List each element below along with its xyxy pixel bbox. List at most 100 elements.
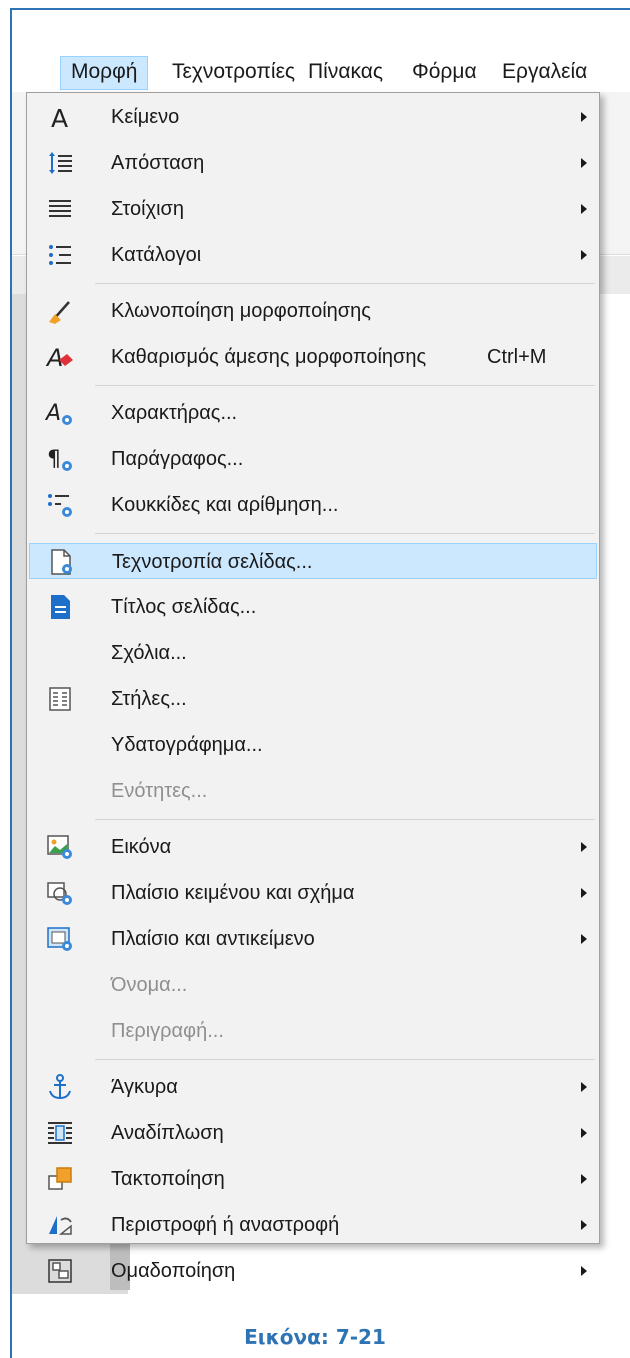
wrap-icon [45, 1118, 75, 1148]
submenu-arrow-icon [581, 888, 587, 898]
anchor-icon [45, 1072, 75, 1102]
menu-table[interactable]: Πίνακας [298, 56, 393, 88]
menu-item-label: Ομαδοποίηση [111, 1260, 236, 1282]
menu-item-spacing[interactable]: Απόσταση [29, 145, 597, 181]
clear-formatting-icon: A [45, 342, 75, 372]
text-box-shape-icon [45, 878, 75, 908]
align-icon [45, 194, 75, 224]
menu-item-label: Στοίχιση [111, 198, 184, 220]
menu-item-frame-object[interactable]: Πλαίσιο και αντικείμενο [29, 921, 597, 957]
menu-separator [95, 533, 595, 534]
figure-caption: Εικόνα: 7-21 [244, 1325, 386, 1349]
menu-item-comments[interactable]: Σχόλια... [29, 635, 597, 671]
menu-item-align[interactable]: Στοίχιση [29, 191, 597, 227]
menu-tools[interactable]: Εργαλεία [492, 56, 597, 88]
menu-item-anchor[interactable]: Άγκυρα [29, 1069, 597, 1105]
menu-item-label: Καθαρισμός άμεσης μορφοποίησης [111, 346, 427, 368]
submenu-arrow-icon [581, 112, 587, 122]
text-icon: A [45, 102, 75, 132]
svg-text:A: A [51, 104, 68, 132]
paragraph-icon: ¶ [45, 444, 75, 474]
menu-item-name: Όνομα... [29, 967, 597, 1003]
menu-separator [95, 1059, 595, 1060]
group-icon [45, 1256, 75, 1286]
menu-item-label: Στήλες... [111, 688, 187, 710]
list-icon [45, 240, 75, 270]
menu-item-label: Κουκκίδες και αρίθμηση... [111, 494, 339, 516]
menu-item-label: Αναδίπλωση [111, 1122, 224, 1144]
menu-item-page-style[interactable]: Τεχνοτροπία σελίδας... [29, 543, 597, 579]
menu-item-label: Εικόνα [111, 836, 172, 858]
menu-item-label: Ενότητες... [111, 780, 208, 802]
menu-item-label: Όνομα... [111, 974, 188, 996]
menu-item-lists[interactable]: Κατάλογοι [29, 237, 597, 273]
submenu-arrow-icon [581, 1082, 587, 1092]
menu-item-label: Πλαίσιο και αντικείμενο [111, 928, 315, 950]
menu-item-clone-formatting[interactable]: Κλωνοποίηση μορφοποίησης [29, 293, 597, 329]
menu-item-sections: Ενότητες... [29, 773, 597, 809]
submenu-arrow-icon [581, 1266, 587, 1276]
menu-item-label: Κείμενο [111, 106, 180, 128]
menu-item-label: Περιστροφή ή αναστροφή [111, 1214, 340, 1236]
arrange-icon [45, 1164, 75, 1194]
screenshot-frame: Μορφή Τεχνοτροπίες Πίνακας Φόρμα Εργαλεί… [10, 8, 630, 1358]
menu-item-label: Κλωνοποίηση μορφοποίησης [111, 300, 371, 322]
svg-text:¶: ¶ [47, 447, 61, 472]
submenu-arrow-icon [581, 158, 587, 168]
menu-item-label: Τακτοποίηση [111, 1168, 225, 1190]
menu-item-bullets-numbering[interactable]: Κουκκίδες και αρίθμηση... [29, 487, 597, 523]
menu-item-text[interactable]: A Κείμενο [29, 99, 597, 135]
spacing-icon [45, 148, 75, 178]
character-icon: A [45, 398, 75, 428]
menu-item-arrange[interactable]: Τακτοποίηση [29, 1161, 597, 1197]
menu-item-label: Απόσταση [111, 152, 205, 174]
menu-bar: Μορφή Τεχνοτροπίες Πίνακας Φόρμα Εργαλεί… [12, 52, 630, 92]
frame-object-icon [45, 924, 75, 954]
menu-item-character[interactable]: A Χαρακτήρας... [29, 395, 597, 431]
menu-item-group[interactable]: Ομαδοποίηση [29, 1253, 597, 1289]
submenu-arrow-icon [581, 1174, 587, 1184]
clone-formatting-icon [45, 296, 75, 326]
menu-item-label: Χαρακτήρας... [111, 402, 238, 424]
menu-separator [95, 385, 595, 386]
menu-item-description: Περιγραφή... [29, 1013, 597, 1049]
menu-item-label: Περιγραφή... [111, 1020, 224, 1042]
menu-item-label: Άγκυρα [111, 1076, 178, 1098]
submenu-arrow-icon [581, 934, 587, 944]
format-dropdown-menu: A Κείμενο Απόσταση Στοίχιση Κατάλογοι Κλ… [26, 92, 600, 1283]
menu-item-paragraph[interactable]: ¶ Παράγραφος... [29, 441, 597, 477]
menu-item-label: Τεχνοτροπία σελίδας... [112, 551, 313, 573]
menu-item-rotate-flip[interactable]: Περιστροφή ή αναστροφή [29, 1207, 597, 1243]
bullets-numbering-icon [45, 490, 75, 520]
menu-item-columns[interactable]: Στήλες... [29, 681, 597, 717]
menu-item-label: Πλαίσιο κειμένου και σχήμα [111, 882, 355, 904]
menu-item-label: Κατάλογοι [111, 244, 202, 266]
submenu-arrow-icon [581, 250, 587, 260]
menu-item-label: Παράγραφος... [111, 448, 244, 470]
menu-item-image[interactable]: Εικόνα [29, 829, 597, 865]
menu-form[interactable]: Φόρμα [402, 56, 487, 88]
submenu-arrow-icon [581, 1128, 587, 1138]
menu-item-clear-formatting[interactable]: A Καθαρισμός άμεσης μορφοποίησης Ctrl+M [29, 339, 597, 375]
shortcut-label: Ctrl+M [487, 346, 547, 368]
menu-item-text-box-shape[interactable]: Πλαίσιο κειμένου και σχήμα [29, 875, 597, 911]
submenu-arrow-icon [581, 842, 587, 852]
submenu-arrow-icon [581, 204, 587, 214]
menu-item-label: Υδατογράφημα... [111, 734, 263, 756]
columns-icon [45, 684, 75, 714]
svg-text:A: A [45, 401, 61, 426]
menu-styles[interactable]: Τεχνοτροπίες [162, 56, 305, 88]
image-icon [45, 832, 75, 862]
submenu-arrow-icon [581, 1220, 587, 1230]
menu-item-title-page[interactable]: Τίτλος σελίδας... [29, 589, 597, 625]
menu-separator [95, 283, 595, 284]
menu-item-label: Τίτλος σελίδας... [111, 596, 257, 618]
page-style-icon [46, 547, 76, 577]
menu-item-label: Σχόλια... [111, 642, 187, 664]
svg-text:A: A [45, 344, 63, 372]
menu-format[interactable]: Μορφή [60, 56, 149, 90]
rotate-flip-icon [45, 1210, 75, 1240]
title-page-icon [45, 592, 75, 622]
menu-item-wrap[interactable]: Αναδίπλωση [29, 1115, 597, 1151]
menu-item-watermark[interactable]: Υδατογράφημα... [29, 727, 597, 763]
